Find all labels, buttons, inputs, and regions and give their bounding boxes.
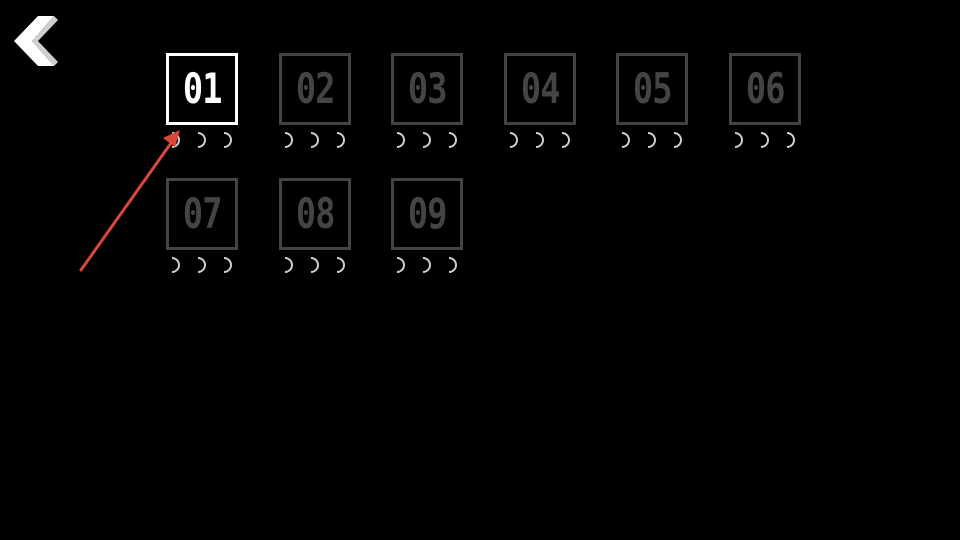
moon-rating — [279, 256, 351, 274]
level-number: 08 — [295, 189, 336, 238]
moon-icon — [422, 257, 431, 273]
back-button[interactable] — [10, 14, 62, 68]
moon-icon — [422, 132, 431, 148]
level-tile: 04 — [504, 53, 576, 125]
moon-rating — [279, 131, 351, 149]
moon-icon — [673, 132, 682, 148]
moon-icon — [171, 257, 180, 273]
level-cell-04[interactable]: 04 — [504, 53, 576, 153]
level-cell-06[interactable]: 06 — [729, 53, 801, 153]
level-cell-05[interactable]: 05 — [616, 53, 688, 153]
moon-icon — [284, 257, 293, 273]
moon-rating — [616, 131, 688, 149]
moon-icon — [396, 132, 405, 148]
moon-icon — [396, 257, 405, 273]
moon-rating — [504, 131, 576, 149]
moon-icon — [310, 257, 319, 273]
moon-icon — [734, 132, 743, 148]
level-grid: 01 02 03 04 05 06 07 08 09 — [166, 53, 816, 293]
moon-icon — [284, 132, 293, 148]
level-number: 02 — [295, 64, 336, 113]
level-number: 05 — [632, 64, 673, 113]
moon-rating — [166, 256, 238, 274]
moon-icon — [336, 257, 345, 273]
moon-icon — [509, 132, 518, 148]
moon-icon — [535, 132, 544, 148]
moon-icon — [448, 257, 457, 273]
level-number: 07 — [182, 189, 223, 238]
level-number: 01 — [182, 64, 223, 113]
level-tile: 05 — [616, 53, 688, 125]
level-tile: 07 — [166, 178, 238, 250]
moon-icon — [197, 257, 206, 273]
level-number: 09 — [407, 189, 448, 238]
moon-icon — [448, 132, 457, 148]
level-number: 06 — [745, 64, 786, 113]
moon-icon — [786, 132, 795, 148]
moon-icon — [336, 132, 345, 148]
level-cell-09[interactable]: 09 — [391, 178, 463, 278]
level-tile: 06 — [729, 53, 801, 125]
level-tile: 03 — [391, 53, 463, 125]
moon-rating — [391, 256, 463, 274]
moon-icon — [171, 132, 180, 148]
level-cell-08[interactable]: 08 — [279, 178, 351, 278]
moon-icon — [760, 132, 769, 148]
level-cell-03[interactable]: 03 — [391, 53, 463, 153]
level-tile: 08 — [279, 178, 351, 250]
moon-rating — [729, 131, 801, 149]
moon-icon — [223, 132, 232, 148]
level-tile: 01 — [166, 53, 238, 125]
moon-icon — [197, 132, 206, 148]
level-cell-02[interactable]: 02 — [279, 53, 351, 153]
moon-rating — [166, 131, 238, 149]
moon-icon — [647, 132, 656, 148]
chevron-left-icon — [14, 16, 58, 66]
level-tile: 09 — [391, 178, 463, 250]
level-cell-07[interactable]: 07 — [166, 178, 238, 278]
level-number: 03 — [407, 64, 448, 113]
moon-icon — [223, 257, 232, 273]
level-number: 04 — [520, 64, 561, 113]
level-tile: 02 — [279, 53, 351, 125]
moon-icon — [310, 132, 319, 148]
moon-icon — [561, 132, 570, 148]
moon-icon — [621, 132, 630, 148]
level-cell-01[interactable]: 01 — [166, 53, 238, 153]
moon-rating — [391, 131, 463, 149]
